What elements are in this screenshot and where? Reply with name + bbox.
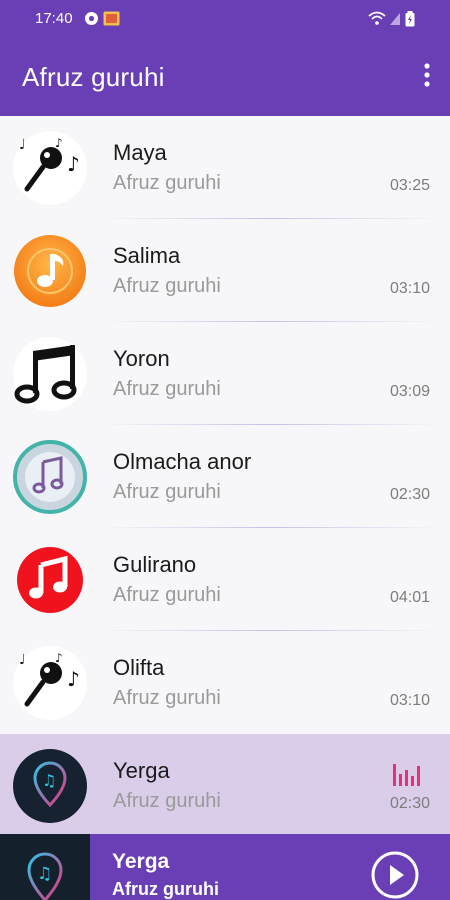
itunes-note-icon: [13, 440, 87, 514]
song-title: Gulirano: [113, 552, 197, 577]
song-title: Salima: [113, 243, 181, 268]
now-playing-artwork: ♫: [0, 834, 90, 900]
song-duration: 03:09: [389, 383, 430, 400]
song-artist: Afruz guruhi: [113, 481, 221, 503]
music-pin-icon: ♫: [13, 749, 87, 823]
red-music-note-icon: [17, 547, 83, 613]
song-artist: Afruz guruhi: [113, 687, 221, 709]
music-pin-icon: ♫: [27, 852, 63, 900]
svg-text:♪: ♪: [55, 136, 63, 150]
play-icon[interactable]: [370, 850, 420, 900]
song-row[interactable]: Olmacha anor Afruz guruhi 02:30: [0, 425, 450, 528]
svg-text:♩: ♩: [19, 137, 26, 153]
svg-text:♫: ♫: [37, 864, 52, 884]
song-row[interactable]: Salima Afruz guruhi 03:10: [0, 219, 450, 322]
song-artist: Afruz guruhi: [113, 275, 221, 297]
song-row[interactable]: ♩ ♪ ♪ Maya Afruz guruhi 03:25: [0, 116, 450, 219]
svg-text:♪: ♪: [67, 152, 80, 176]
microphone-notes-icon: ♩ ♪ ♪: [13, 131, 87, 205]
status-bar: 17:40: [0, 0, 450, 38]
song-duration: 04:01: [389, 589, 430, 606]
song-list: ♩ ♪ ♪ Maya Afruz guruhi 03:25 Salima Afr…: [0, 116, 450, 837]
svg-text:♩: ♩: [19, 652, 26, 668]
svg-text:♪: ♪: [67, 667, 80, 691]
equalizer-icon: [393, 764, 420, 786]
more-vertical-icon[interactable]: [422, 62, 432, 92]
microphone-notes-icon: ♩ ♪ ♪: [13, 646, 87, 720]
song-artist: Afruz guruhi: [113, 378, 221, 400]
song-artist: Afruz guruhi: [113, 584, 221, 606]
battery-icon: [405, 11, 415, 27]
song-title: Yerga: [113, 758, 170, 783]
song-duration: 02:30: [389, 795, 430, 812]
song-duration: 03:10: [389, 692, 430, 709]
signal-icon: [390, 13, 400, 25]
song-title: Yoron: [113, 346, 170, 371]
song-row-playing[interactable]: ♫ Yerga Afruz guruhi 02:30: [0, 734, 450, 837]
song-title: Olifta: [113, 655, 165, 680]
song-duration: 03:10: [389, 280, 430, 297]
now-playing-bar[interactable]: ♫ Yerga Afruz guruhi: [0, 834, 450, 900]
now-playing-title: Yerga: [112, 850, 170, 873]
song-title: Olmacha anor: [113, 449, 252, 474]
app-bar: Afruz guruhi: [0, 38, 450, 116]
song-row[interactable]: Yoron Afruz guruhi 03:09: [0, 322, 450, 425]
gallery-icon: [103, 11, 120, 26]
page-title: Afruz guruhi: [22, 62, 165, 92]
now-playing-artist: Afruz guruhi: [112, 879, 219, 899]
song-row[interactable]: Gulirano Afruz guruhi 04:01: [0, 528, 450, 631]
song-artist: Afruz guruhi: [113, 790, 221, 812]
black-music-notes-icon: [13, 337, 87, 411]
wifi-icon: [368, 11, 386, 25]
status-time: 17:40: [35, 10, 73, 27]
svg-text:♪: ♪: [55, 651, 63, 665]
song-title: Maya: [113, 140, 167, 165]
song-duration: 03:25: [389, 177, 430, 194]
song-duration: 02:30: [389, 486, 430, 503]
camera-icon: [85, 12, 98, 25]
song-row[interactable]: ♩ ♪ ♪ Olifta Afruz guruhi 03:10: [0, 631, 450, 734]
orange-music-note-icon: [14, 235, 86, 307]
svg-text:♫: ♫: [42, 771, 56, 790]
song-artist: Afruz guruhi: [113, 172, 221, 194]
